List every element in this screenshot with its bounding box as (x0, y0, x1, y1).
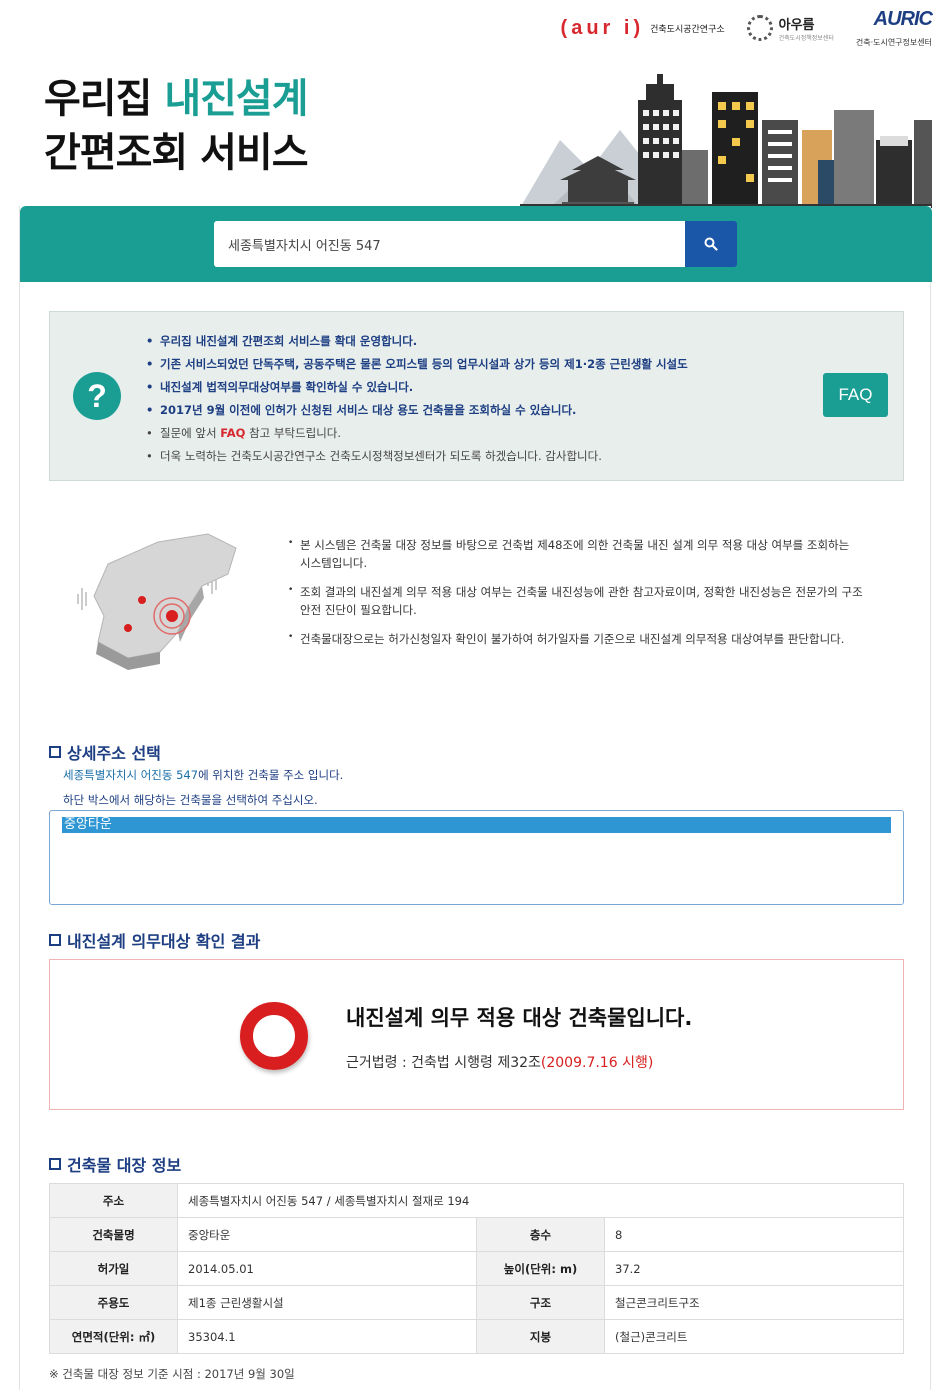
title-line2: 간편조회 서비스 (44, 130, 309, 176)
applicable-circle-icon (240, 1002, 308, 1070)
table-header-cell: 지붕 (476, 1319, 605, 1354)
building-registry-table: 주소 세종특별자치시 어진동 547 / 세종특별자치시 절재로 194 건축물… (49, 1183, 904, 1354)
faq-button[interactable]: FAQ (823, 373, 888, 417)
auric-logo-sub: 건축·도시연구정보센터 (855, 38, 932, 47)
partner-logos: (aur i) 건축도시공간연구소 아우름 건축도시정책정보센터 AURIC 건… (561, 8, 933, 48)
aurum-logo[interactable]: 아우름 건축도시정책정보센터 (746, 14, 834, 42)
notice-faq-suffix: 참고 부탁드립니다. (249, 426, 342, 440)
result-title: 내진설계 의무 적용 대상 건축물입니다. (346, 1006, 693, 1030)
search-band (20, 206, 932, 282)
auri-logo-text: 건축도시공간연구소 (650, 24, 725, 35)
info-item: 본 시스템은 건축물 대장 정보를 바탕으로 건축법 제48조에 의한 건축물 … (288, 534, 863, 572)
notice-item-faq: 질문에 앞서 FAQ 참고 부탁드립니다. (146, 422, 786, 445)
table-cell: 세종특별자치시 어진동 547 / 세종특별자치시 절재로 194 (177, 1183, 904, 1218)
table-header-cell: 허가일 (49, 1251, 178, 1286)
table-cell: (철근)콘크리트 (604, 1319, 904, 1354)
result-basis-date: (2009.7.16 시행) (540, 1055, 654, 1071)
search-button[interactable] (685, 221, 737, 267)
table-header-cell: 구조 (476, 1285, 605, 1320)
table-cell: 8 (604, 1217, 904, 1252)
table-row: 건축물명 중앙타운 층수 8 (49, 1217, 904, 1252)
checkbox-square-icon (49, 746, 61, 758)
table-row: 연면적(단위: ㎡) 35304.1 지붕 (철근)콘크리트 (49, 1319, 904, 1354)
main-card: ? 우리집 내진설계 간편조회 서비스를 확대 운영합니다. 기존 서비스되었던… (19, 206, 932, 1390)
building-option[interactable]: 중앙타운 (62, 817, 891, 833)
table-cell: 제1종 근린생활시설 (177, 1285, 477, 1320)
info-list: 본 시스템은 건축물 대장 정보를 바탕으로 건축법 제48조에 의한 건축물 … (288, 534, 863, 659)
search-input[interactable] (214, 221, 685, 267)
registry-heading: 건축물 대장 정보 (49, 1152, 181, 1176)
checkbox-square-icon (49, 934, 61, 946)
notice-item: 2017년 9월 이전에 인허가 신청된 서비스 대상 용도 건축물을 조회하실… (146, 399, 786, 422)
aurum-logo-name: 아우름 (778, 18, 815, 33)
notice-box: ? 우리집 내진설계 간편조회 서비스를 확대 운영합니다. 기존 서비스되었던… (49, 311, 904, 481)
auric-logo-name: AURIC (873, 8, 933, 30)
aurum-logo-sub: 건축도시정책정보센터 (778, 35, 834, 42)
notice-item: 기존 서비스되었던 단독주택, 공동주택은 물론 오피스텔 등의 업무시설과 상… (146, 353, 786, 376)
auri-logo[interactable]: (aur i) 건축도시공간연구소 (561, 17, 725, 40)
info-item: 조회 결과의 내진설계 의무 적용 대상 여부는 건축물 내진성능에 관한 참고… (288, 581, 863, 619)
title-line1-plain: 우리집 (44, 76, 165, 122)
info-item: 건축물대장으로는 허가신청일자 확인이 불가하여 허가일자를 기준으로 내진설계… (288, 628, 863, 648)
auric-logo[interactable]: AURIC 건축·도시연구정보센터 (855, 8, 933, 48)
table-header-cell: 주소 (49, 1183, 178, 1218)
auri-logo-mark: (aur i) (560, 16, 645, 39)
result-basis: 근거법령 : 건축법 시행령 제32조(2009.7.16 시행) (346, 1052, 653, 1072)
detail-address-suffix: 에 위치한 건축물 주소 입니다. (198, 768, 344, 782)
table-header-cell: 층수 (476, 1217, 605, 1252)
detail-address-heading: 상세주소 선택 (49, 740, 161, 764)
table-header-cell: 연면적(단위: ㎡) (49, 1319, 178, 1354)
notice-list: 우리집 내진설계 간편조회 서비스를 확대 운영합니다. 기존 서비스되었던 단… (146, 330, 786, 468)
checkbox-square-icon (49, 1158, 61, 1170)
title-line1-accent: 내진설계 (164, 76, 308, 122)
detail-address-instruction: 하단 박스에서 해당하는 건축물을 선택하여 주십시오. (63, 793, 318, 807)
table-row: 주소 세종특별자치시 어진동 547 / 세종특별자치시 절재로 194 (49, 1183, 904, 1218)
notice-item-continued: 내진설계 법적의무대상여부를 확인하실 수 있습니다. (160, 380, 414, 394)
table-cell: 2014.05.01 (177, 1251, 477, 1286)
notice-faq-prefix: 질문에 앞서 (160, 426, 221, 440)
detail-address-heading-text: 상세주소 선택 (67, 744, 161, 763)
building-select-list[interactable]: 중앙타운 (49, 810, 904, 905)
aurum-logo-text: 아우름 건축도시정책정보센터 (779, 14, 834, 42)
notice-item: 우리집 내진설계 간편조회 서비스를 확대 운영합니다. (146, 330, 786, 353)
faq-link[interactable]: FAQ (220, 426, 245, 440)
korea-map-illustration (77, 533, 237, 670)
result-box: 내진설계 의무 적용 대상 건축물입니다. 근거법령 : 건축법 시행령 제32… (49, 959, 904, 1110)
registry-heading-text: 건축물 대장 정보 (67, 1156, 182, 1175)
registry-footnote: ※ 건축물 대장 정보 기준 시점 : 2017년 9월 30일 (49, 1367, 295, 1381)
page-title: 우리집 내진설계 간편조회 서비스 (44, 72, 309, 180)
table-header-cell: 주용도 (49, 1285, 178, 1320)
table-cell: 35304.1 (177, 1319, 477, 1354)
notice-item: 내진설계 법적의무대상여부를 확인하실 수 있습니다. (146, 376, 786, 399)
detail-address-note: 세종특별자치시 어진동 547에 위치한 건축물 주소 입니다. (63, 767, 343, 783)
city-skyline-illustration (520, 74, 932, 208)
table-cell: 37.2 (604, 1251, 904, 1286)
detail-address-value: 세종특별자치시 어진동 547 (63, 768, 199, 782)
result-heading-text: 내진설계 의무대상 확인 결과 (67, 932, 261, 951)
result-basis-law: 근거법령 : 건축법 시행령 제32조 (346, 1055, 541, 1071)
aurum-logo-icon (746, 15, 773, 41)
table-header-cell: 건축물명 (49, 1217, 178, 1252)
search-icon (704, 237, 718, 251)
notice-item: 더욱 노력하는 건축도시공간연구소 건축도시정책정보센터가 되도록 하겠습니다.… (146, 445, 786, 468)
table-row: 주용도 제1종 근린생활시설 구조 철근콘크리트구조 (49, 1285, 904, 1320)
table-row: 허가일 2014.05.01 높이(단위: m) 37.2 (49, 1251, 904, 1286)
table-cell: 철근콘크리트구조 (604, 1285, 904, 1320)
result-heading: 내진설계 의무대상 확인 결과 (49, 928, 260, 952)
table-cell: 중앙타운 (177, 1217, 477, 1252)
table-header-cell: 높이(단위: m) (476, 1251, 605, 1286)
question-icon: ? (73, 372, 121, 420)
